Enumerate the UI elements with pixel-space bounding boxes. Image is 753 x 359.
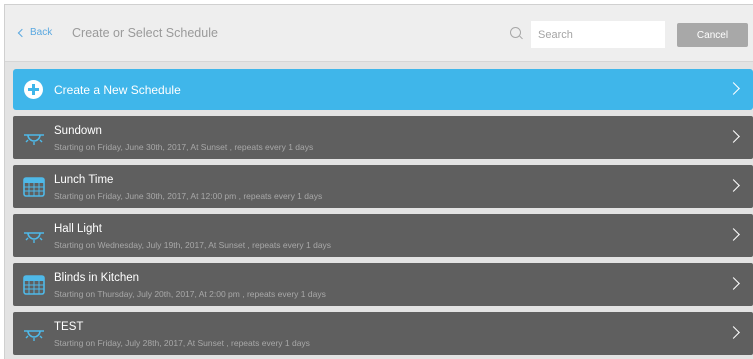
schedule-detail: Starting on Friday, June 30th, 2017, At … bbox=[54, 191, 323, 201]
schedule-panel: Back Create or Select Schedule Cancel Cr… bbox=[4, 4, 753, 359]
search-icon bbox=[510, 27, 521, 38]
chevron-right-icon bbox=[727, 82, 740, 95]
schedule-row-test[interactable]: TEST Starting on Friday, July 28th, 2017… bbox=[13, 312, 753, 355]
chevron-left-icon bbox=[17, 28, 27, 37]
schedule-name: Blinds in Kitchen bbox=[54, 272, 140, 284]
chevron-right-icon bbox=[727, 179, 740, 192]
page-title: Create or Select Schedule bbox=[72, 26, 218, 40]
header-bar: Back Create or Select Schedule Cancel bbox=[5, 5, 753, 62]
schedule-row-blinds-in-kitchen[interactable]: Blinds in Kitchen Starting on Thursday, … bbox=[13, 263, 753, 306]
sunset-icon bbox=[23, 225, 45, 247]
chevron-right-icon bbox=[727, 130, 740, 143]
schedule-row-hall-light[interactable]: Hall Light Starting on Wednesday, July 1… bbox=[13, 214, 753, 257]
schedule-name: Lunch Time bbox=[54, 174, 114, 186]
back-button[interactable]: Back bbox=[17, 27, 53, 38]
schedule-row-sundown[interactable]: Sundown Starting on Friday, June 30th, 2… bbox=[13, 116, 753, 159]
create-schedule-button[interactable]: Create a New Schedule bbox=[13, 69, 753, 110]
schedule-row-lunch-time[interactable]: Lunch Time Starting on Friday, June 30th… bbox=[13, 165, 753, 208]
schedule-detail: Starting on Friday, June 30th, 2017, At … bbox=[54, 142, 314, 152]
sunset-icon bbox=[23, 127, 45, 149]
chevron-right-icon bbox=[727, 277, 740, 290]
calendar-icon bbox=[23, 176, 45, 198]
plus-circle-icon bbox=[24, 80, 43, 99]
chevron-right-icon bbox=[727, 326, 740, 339]
chevron-right-icon bbox=[727, 228, 740, 241]
back-label: Back bbox=[30, 27, 53, 38]
schedule-name: Hall Light bbox=[54, 223, 102, 235]
cancel-button[interactable]: Cancel bbox=[677, 23, 748, 47]
schedule-detail: Starting on Thursday, July 20th, 2017, A… bbox=[54, 289, 326, 299]
schedule-name: Sundown bbox=[54, 125, 102, 137]
sunset-icon bbox=[23, 323, 45, 345]
schedule-name: TEST bbox=[54, 321, 84, 333]
calendar-icon bbox=[23, 274, 45, 296]
create-schedule-label: Create a New Schedule bbox=[54, 83, 181, 97]
schedule-detail: Starting on Friday, July 28th, 2017, At … bbox=[54, 338, 310, 348]
search-input[interactable] bbox=[531, 21, 665, 48]
schedule-detail: Starting on Wednesday, July 19th, 2017, … bbox=[54, 240, 332, 250]
